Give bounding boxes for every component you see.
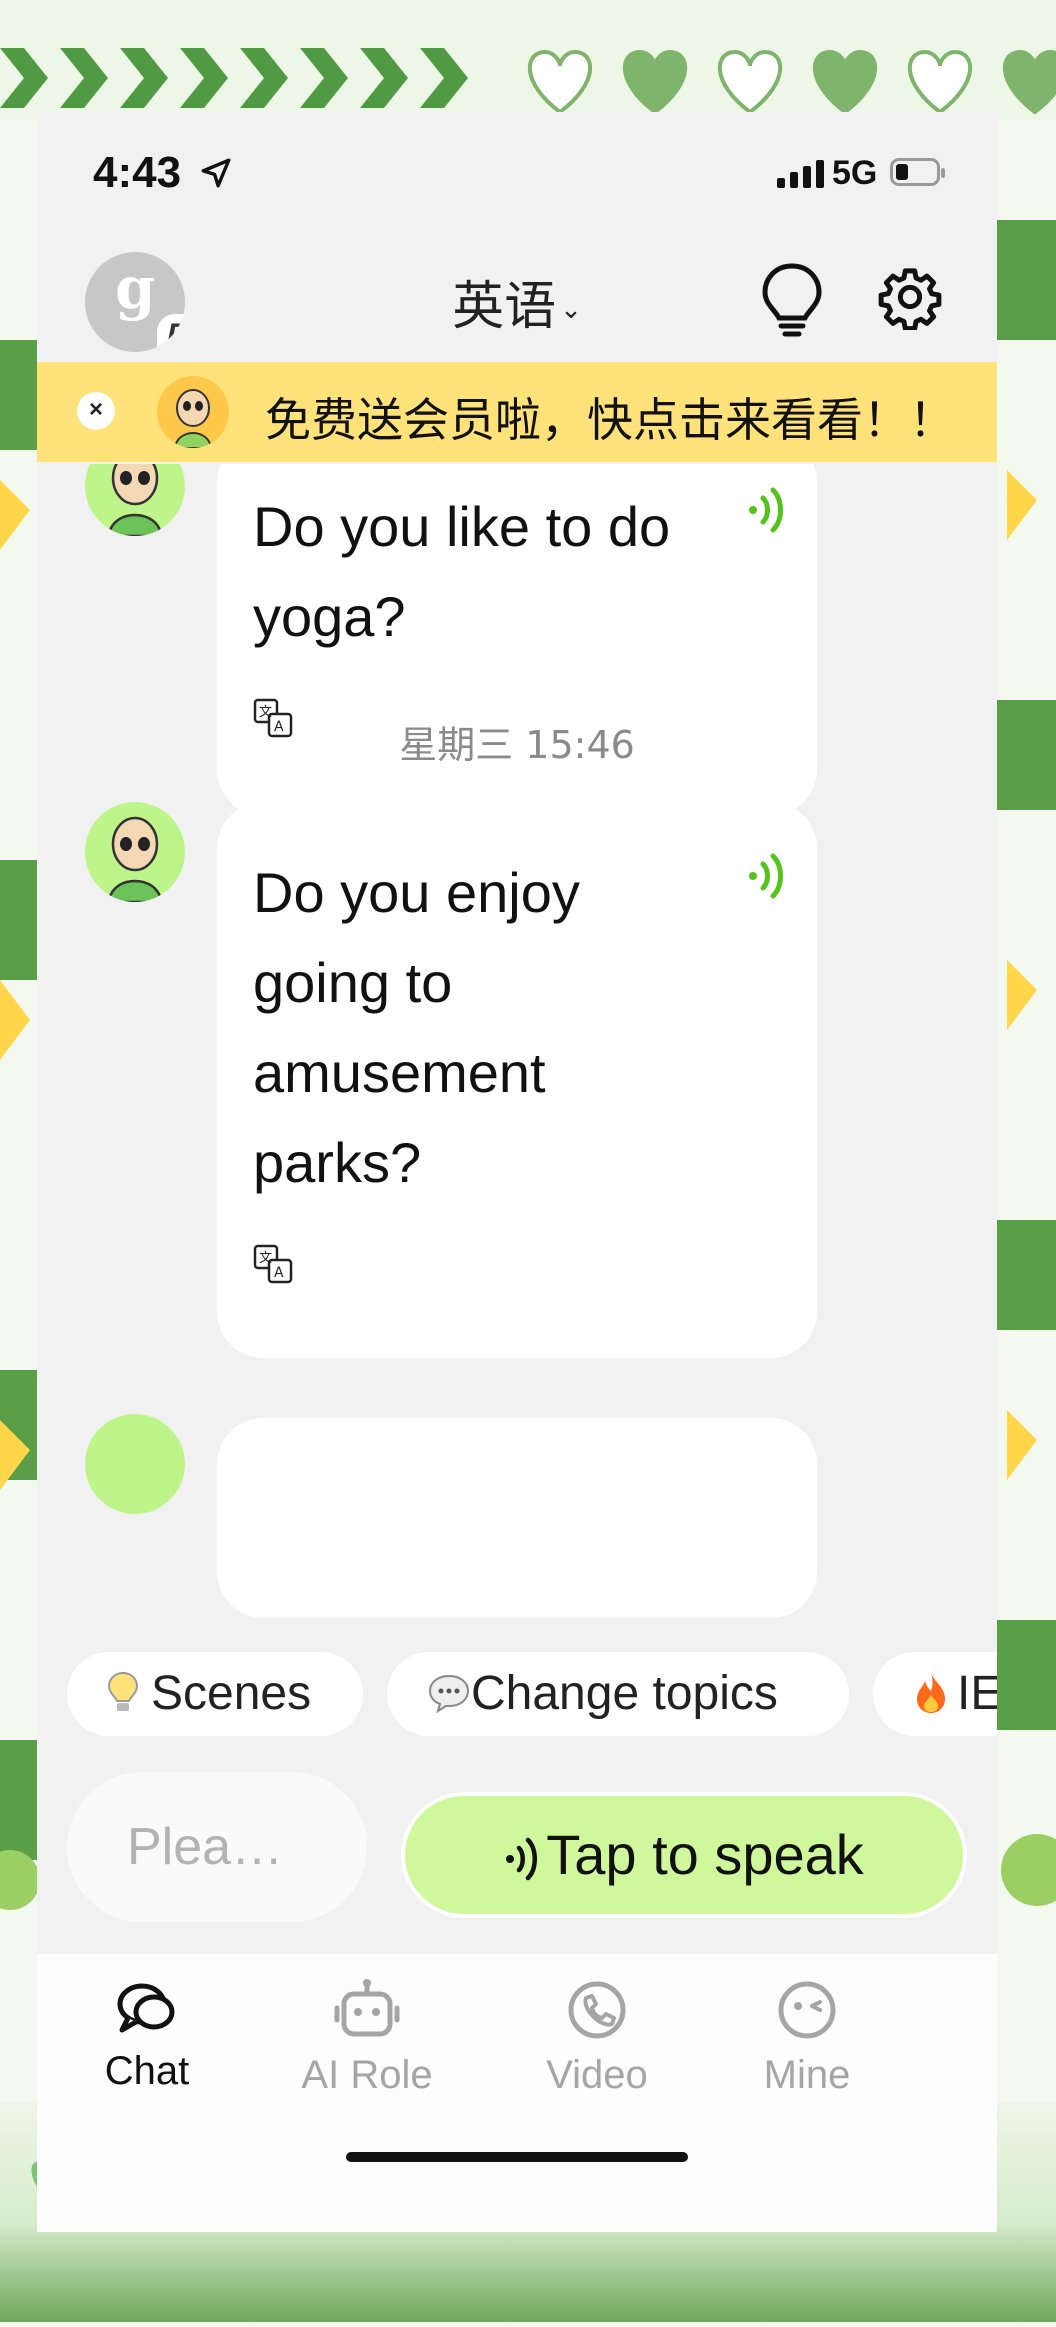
battery-icon [890, 158, 945, 186]
banner-close-button[interactable]: × [77, 392, 115, 430]
tab-chat[interactable]: Chat [57, 1978, 237, 2094]
tab-video[interactable]: Video [507, 1978, 687, 2098]
lightbulb-icon[interactable] [757, 260, 827, 340]
translate-icon[interactable]: 文 A [253, 1244, 293, 1284]
chevron-down-icon: ⌄ [560, 295, 582, 325]
chat-timestamp: 星期三 15:46 [399, 723, 635, 767]
smiley-icon [778, 1981, 836, 2039]
assistant-avatar [85, 1414, 185, 1514]
language-selector[interactable]: 英语 ⌄ [37, 264, 997, 339]
video-call-icon [568, 1981, 626, 2039]
banner-text: 免费送会员啦，快点击来看看！！ [265, 393, 955, 447]
chevron-border [0, 40, 480, 120]
tab-label: Chat [104, 2049, 190, 2093]
message-text: Do you enjoy going to amusement parks? [253, 861, 580, 1194]
mascot-face-icon [107, 816, 163, 902]
top-nav: g Pro 英语⌄ [37, 242, 997, 352]
status-bar: 4:43 5G [37, 112, 997, 232]
speaker-play-icon[interactable] [747, 848, 787, 904]
cellular-signal-icon [777, 160, 824, 188]
mascot-face-icon [107, 464, 163, 536]
tab-ai-role[interactable]: AI Role [277, 1978, 457, 2098]
voice-wave-icon [506, 1837, 538, 1881]
decorative-frame-top [0, 0, 1056, 120]
left-gift-decoration [0, 340, 37, 1910]
assistant-avatar [85, 802, 185, 902]
chat-scroll-area[interactable]: Do you like to do yoga? 文 A 星期三 15:46 Do… [37, 464, 997, 1629]
message-bubble[interactable]: Do you enjoy going to amusement parks? 文… [217, 802, 817, 1358]
mascot-face-icon [173, 389, 213, 448]
app-screen: 4:43 5G g Pro 英语⌄ [37, 112, 997, 2232]
speech-bubble-icon [427, 1652, 471, 1736]
network-type: 5G [832, 154, 878, 192]
chip-change-topics[interactable]: Change topics [387, 1652, 849, 1736]
home-indicator[interactable] [346, 2152, 688, 2162]
chip-label: Change topics [471, 1667, 778, 1720]
language-title: 英语 [452, 277, 557, 337]
svg-text:文: 文 [259, 1251, 272, 1266]
settings-gear-icon[interactable] [877, 264, 943, 330]
message-input[interactable] [67, 1772, 367, 1922]
chip-ie[interactable]: IE [873, 1652, 997, 1736]
status-time: 4:43 [93, 148, 182, 197]
chip-scenes[interactable]: Scenes [67, 1652, 363, 1736]
bottom-tab-bar: Chat AI Role Video Mine [37, 1954, 997, 2232]
location-arrow-icon [201, 158, 231, 188]
message-bubble-partial[interactable] [217, 1418, 817, 1618]
tap-to-speak-button[interactable]: Tap to speak [401, 1792, 967, 1918]
robot-icon [334, 1979, 400, 2037]
tab-label: Video [546, 2053, 648, 2097]
fire-icon [913, 1652, 957, 1736]
chip-label: IE [957, 1667, 997, 1720]
chip-label: Scenes [151, 1667, 312, 1720]
banner-mascot-avatar [157, 376, 229, 448]
composer: Tap to speak [37, 1772, 997, 1932]
right-gift-decoration [997, 220, 1056, 1906]
svg-text:A: A [274, 1265, 284, 1281]
assistant-avatar [85, 464, 185, 536]
suggestion-chips: Scenes Change topics IE [37, 1652, 997, 1742]
tab-label: AI Role [301, 2053, 433, 2097]
lightbulb-icon [107, 1652, 151, 1736]
heart-pattern-icon [527, 49, 1056, 115]
speak-label: Tap to speak [546, 1823, 864, 1886]
tab-label: Mine [763, 2053, 851, 2097]
chevron-pattern-icon [0, 48, 468, 108]
speaker-play-icon[interactable] [747, 482, 787, 538]
promo-banner[interactable]: × 免费送会员啦，快点击来看看！！ [37, 362, 997, 462]
message-text: Do you like to do yoga? [253, 495, 671, 648]
chat-icon [117, 1983, 175, 2033]
tab-mine[interactable]: Mine [717, 1978, 897, 2098]
